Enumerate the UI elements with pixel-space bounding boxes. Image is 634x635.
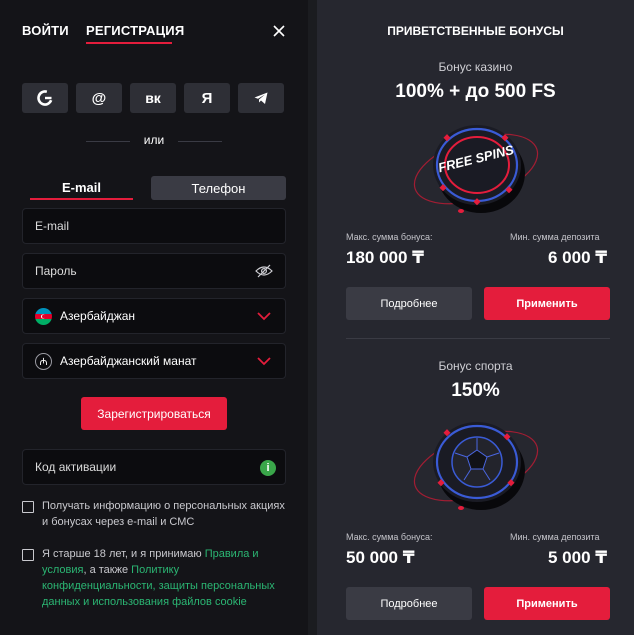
sport-max-label: Макс. сумма бонуса:	[346, 532, 433, 542]
casino-details-button[interactable]: Подробнее	[346, 287, 472, 320]
azerbaijan-flag-icon	[35, 307, 52, 325]
manat-icon: ₼	[35, 352, 52, 370]
casino-bonus-headline: 100% + до 500 FS	[395, 81, 556, 102]
age-terms-text: Я старше 18 лет, и я принимаю Правила и …	[42, 546, 288, 610]
google-login-button[interactable]	[22, 83, 68, 113]
vk-icon: вк	[145, 90, 161, 106]
casino-max-label: Макс. сумма бонуса:	[346, 232, 433, 242]
telegram-login-button[interactable]	[238, 83, 284, 113]
tab-phone[interactable]: Телефон	[151, 176, 286, 200]
sport-min-value: 5 000 ₸	[548, 548, 608, 567]
casino-apply-button[interactable]: Применить	[484, 287, 610, 320]
registration-panel: ВОЙТИ РЕГИСТРАЦИЯ @ вк Я или E-mail Теле…	[0, 0, 308, 635]
sport-chip-image	[413, 422, 539, 510]
google-icon	[37, 90, 53, 106]
password-field[interactable]: Пароль	[22, 253, 286, 289]
sport-bonus-headline: 150%	[451, 380, 500, 401]
bonuses-title: ПРИВЕТСТВЕННЫЕ БОНУСЫ	[387, 24, 564, 38]
vk-login-button[interactable]: вк	[130, 83, 176, 113]
email-placeholder: E-mail	[35, 219, 70, 233]
bonus-separator	[346, 338, 610, 339]
info-icon[interactable]: i	[260, 460, 276, 476]
yandex-icon: Я	[201, 89, 213, 107]
tab-login[interactable]: ВОЙТИ	[22, 23, 69, 38]
close-icon	[273, 25, 285, 37]
eye-off-icon[interactable]	[255, 264, 273, 278]
sport-bonus-subtitle: Бонус спорта	[438, 359, 513, 373]
age-terms-mid: , а также	[83, 564, 132, 576]
yandex-login-button[interactable]: Я	[184, 83, 230, 113]
country-select[interactable]: Азербайджан	[22, 298, 286, 334]
currency-select[interactable]: ₼ Азербайджанский манат	[22, 343, 286, 379]
email-field[interactable]: E-mail	[22, 208, 286, 244]
casino-max-value: 180 000 ₸	[346, 248, 425, 267]
mail-icon: @	[91, 89, 107, 107]
active-tab-indicator	[86, 42, 172, 44]
chevron-down-icon	[257, 357, 271, 366]
chevron-down-icon	[257, 312, 271, 321]
age-terms-checkbox[interactable]	[22, 549, 34, 561]
welcome-bonuses-panel: ПРИВЕТСТВЕННЫЕ БОНУСЫ Бонус казино 100% …	[317, 0, 634, 635]
tab-email[interactable]: E-mail	[30, 176, 133, 200]
free-spins-chip-image: FREE SPINS	[413, 125, 539, 213]
telegram-icon	[254, 92, 268, 104]
sport-apply-button[interactable]: Применить	[484, 587, 610, 620]
casino-min-label: Мин. сумма депозита	[510, 232, 600, 242]
casino-bonus-subtitle: Бонус казино	[438, 60, 513, 74]
password-placeholder: Пароль	[35, 264, 77, 278]
register-button[interactable]: Зарегистрироваться	[81, 397, 227, 430]
marketing-consent-text: Получать информацию о персональных акция…	[42, 500, 285, 528]
age-terms-prefix: Я старше 18 лет, и я принимаю	[42, 548, 205, 560]
divider-text: или	[143, 133, 165, 147]
sport-details-button[interactable]: Подробнее	[346, 587, 472, 620]
tab-register[interactable]: РЕГИСТРАЦИЯ	[86, 23, 184, 38]
sport-min-label: Мин. сумма депозита	[510, 532, 600, 542]
promo-code-placeholder: Код активации	[35, 460, 117, 474]
promo-code-field[interactable]: Код активации i	[22, 449, 286, 485]
country-value: Азербайджан	[60, 309, 136, 323]
sport-max-value: 50 000 ₸	[346, 548, 415, 567]
marketing-checkbox[interactable]	[22, 501, 34, 513]
currency-value: Азербайджанский манат	[60, 354, 197, 368]
casino-min-value: 6 000 ₸	[548, 248, 608, 267]
panel-gap	[308, 0, 317, 635]
mail-login-button[interactable]: @	[76, 83, 122, 113]
close-button[interactable]	[270, 22, 288, 40]
